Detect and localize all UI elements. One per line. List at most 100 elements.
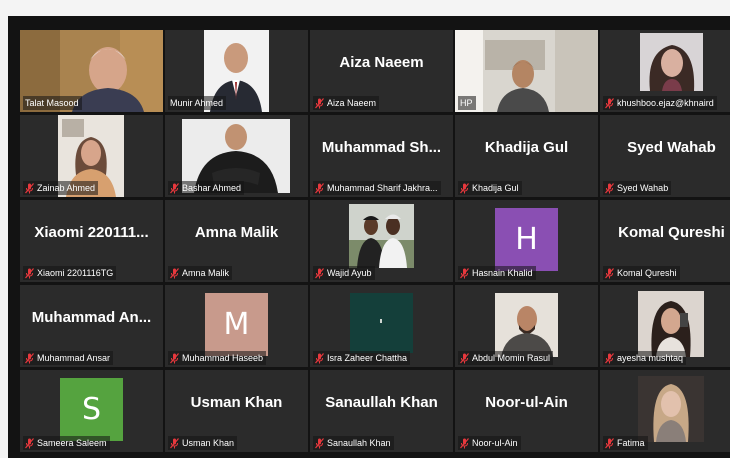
participant-tile-sameera-saleem[interactable]: S Sameera Saleem (20, 370, 163, 452)
avatar: S (60, 378, 123, 441)
muted-microphone-icon (315, 352, 324, 364)
participant-name-label: Hasnain Khalid (458, 266, 536, 280)
participant-name: Bashar Ahmed (182, 183, 242, 193)
video-feed-wajid-ayub (349, 204, 414, 268)
video-feed-abdul-momin (495, 293, 558, 357)
participant-tile-usman-khan[interactable]: Usman Khan Usman Khan (165, 370, 308, 452)
participant-display-name: Aiza Naeem (339, 54, 424, 71)
participant-tile-khadija-gul[interactable]: Khadija Gul Khadija Gul (455, 115, 598, 197)
participant-tile-muhammad-haseeb[interactable]: M Muhammad Haseeb (165, 285, 308, 367)
muted-microphone-icon (605, 267, 614, 279)
participant-name: khushboo.ejaz@khnaird (617, 98, 714, 108)
participant-tile-zainab-ahmed[interactable]: Zainab Ahmed (20, 115, 163, 197)
participant-name: Sameera Saleem (37, 438, 107, 448)
participant-name-label: Syed Wahab (603, 181, 672, 195)
muted-microphone-icon (170, 267, 179, 279)
muted-microphone-icon (25, 352, 34, 364)
avatar: H (495, 208, 558, 271)
participant-tile-muhammad-ansar[interactable]: Muhammad An... Muhammad Ansar (20, 285, 163, 367)
participant-name: Sanaullah Khan (327, 438, 391, 448)
participant-name-label: Muhammad Sharif Jakhra... (313, 181, 441, 195)
participant-name-label: Munir Ahmed (168, 96, 227, 110)
participant-name: Syed Wahab (617, 183, 669, 193)
participant-tile-xiaomi[interactable]: Xiaomi 220111... Xiaomi 2201116TG (20, 200, 163, 282)
muted-microphone-icon (315, 182, 324, 194)
muted-microphone-icon (170, 437, 179, 449)
muted-microphone-icon (25, 267, 34, 279)
participant-name: ayesha mushtaq (617, 353, 684, 363)
muted-microphone-icon (315, 267, 324, 279)
participant-tile-abdul-momin[interactable]: Abdul Momin Rasul (455, 285, 598, 367)
participant-tile-hasnain-khalid[interactable]: H Hasnain Khalid (455, 200, 598, 282)
participant-name-label: Aiza Naeem (313, 96, 380, 110)
participant-name: Muhammad Haseeb (182, 353, 264, 363)
participant-name: Talat Masood (25, 98, 79, 108)
participant-name-label: HP (458, 96, 476, 110)
participant-name: Hasnain Khalid (472, 268, 533, 278)
participant-name: Abdul Momin Rasul (472, 353, 551, 363)
participant-name: Muhammad Ansar (37, 353, 111, 363)
participant-name: Khadija Gul (472, 183, 519, 193)
participant-display-name: Komal Qureshi (618, 224, 725, 241)
muted-microphone-icon (25, 437, 34, 449)
participant-tile-sanaullah-khan[interactable]: Sanaullah Khan Sanaullah Khan (310, 370, 453, 452)
participant-tile-amna-malik[interactable]: Amna Malik Amna Malik (165, 200, 308, 282)
participant-name: Xiaomi 2201116TG (37, 268, 114, 278)
participant-tile-muhammad-sharif[interactable]: Muhammad Sh... Muhammad Sharif Jakhra... (310, 115, 453, 197)
participant-name: Wajid Ayub (327, 268, 372, 278)
muted-microphone-icon (170, 352, 179, 364)
participant-name-label: Abdul Momin Rasul (458, 351, 554, 365)
participant-tile-ayesha-mushtaq[interactable]: ayesha mushtaq (600, 285, 730, 367)
muted-microphone-icon (25, 182, 34, 194)
video-feed-khushboo (640, 33, 703, 91)
participant-name: Isra Zaheer Chattha (327, 353, 408, 363)
participant-name: Fatima (617, 438, 645, 448)
participant-name-label: Amna Malik (168, 266, 233, 280)
participant-tile-noor-ul-ain[interactable]: Noor-ul-Ain Noor-ul-Ain (455, 370, 598, 452)
muted-microphone-icon (315, 437, 324, 449)
participant-name-label: Sameera Saleem (23, 436, 110, 450)
participant-tile-aiza-naeem[interactable]: Aiza Naeem Aiza Naeem (310, 30, 453, 112)
avatar-initial: M (223, 307, 250, 342)
participant-display-name: Muhammad Sh... (321, 139, 442, 156)
avatar: M (205, 293, 268, 356)
participant-tile-khushboo[interactable]: khushboo.ejaz@khnaird (600, 30, 730, 112)
participant-display-name: Sanaullah Khan (325, 394, 438, 411)
participant-display-name: Noor-ul-Ain (485, 394, 568, 411)
participant-tile-komal-qureshi[interactable]: Komal Qureshi Komal Qureshi (600, 200, 730, 282)
participant-name: Munir Ahmed (170, 98, 224, 108)
participant-display-name: Syed Wahab (627, 139, 716, 156)
participant-grid: Talat Masood Munir Ahmed Aiza Naeem Aiza… (20, 30, 730, 452)
participant-tile-munir-ahmed[interactable]: Munir Ahmed (165, 30, 308, 112)
participant-name-label: Isra Zaheer Chattha (313, 351, 411, 365)
video-feed-isra-zaheer (350, 293, 413, 353)
avatar-initial: S (81, 392, 102, 427)
participant-name: Noor-ul-Ain (472, 438, 518, 448)
avatar-initial: H (515, 222, 538, 257)
participant-tile-fatima[interactable]: Fatima (600, 370, 730, 452)
muted-microphone-icon (605, 352, 614, 364)
video-feed-ayesha-mushtaq (638, 291, 704, 357)
muted-microphone-icon (605, 182, 614, 194)
participant-name: HP (460, 98, 473, 108)
participant-display-name: Muhammad An... (31, 309, 152, 326)
participant-tile-syed-wahab[interactable]: Syed Wahab Syed Wahab (600, 115, 730, 197)
participant-name: Amna Malik (182, 268, 230, 278)
participant-tile-hp[interactable]: HP (455, 30, 598, 112)
participant-name-label: Muhammad Ansar (23, 351, 114, 365)
muted-microphone-icon (460, 437, 469, 449)
participant-display-name: Usman Khan (190, 394, 283, 411)
muted-microphone-icon (605, 437, 614, 449)
participant-tile-isra-zaheer[interactable]: Isra Zaheer Chattha (310, 285, 453, 367)
muted-microphone-icon (170, 182, 179, 194)
participant-name: Usman Khan (182, 438, 235, 448)
participant-name-label: Bashar Ahmed (168, 181, 245, 195)
participant-name-label: ayesha mushtaq (603, 351, 687, 365)
participant-name-label: Usman Khan (168, 436, 238, 450)
participant-display-name: Xiaomi 220111... (34, 224, 149, 241)
video-meeting-gallery: Talat Masood Munir Ahmed Aiza Naeem Aiza… (8, 16, 730, 458)
participant-tile-wajid-ayub[interactable]: Wajid Ayub (310, 200, 453, 282)
participant-tile-talat-masood[interactable]: Talat Masood (20, 30, 163, 112)
participant-name-label: Xiaomi 2201116TG (23, 266, 117, 280)
participant-tile-bashar-ahmed[interactable]: Bashar Ahmed (165, 115, 308, 197)
